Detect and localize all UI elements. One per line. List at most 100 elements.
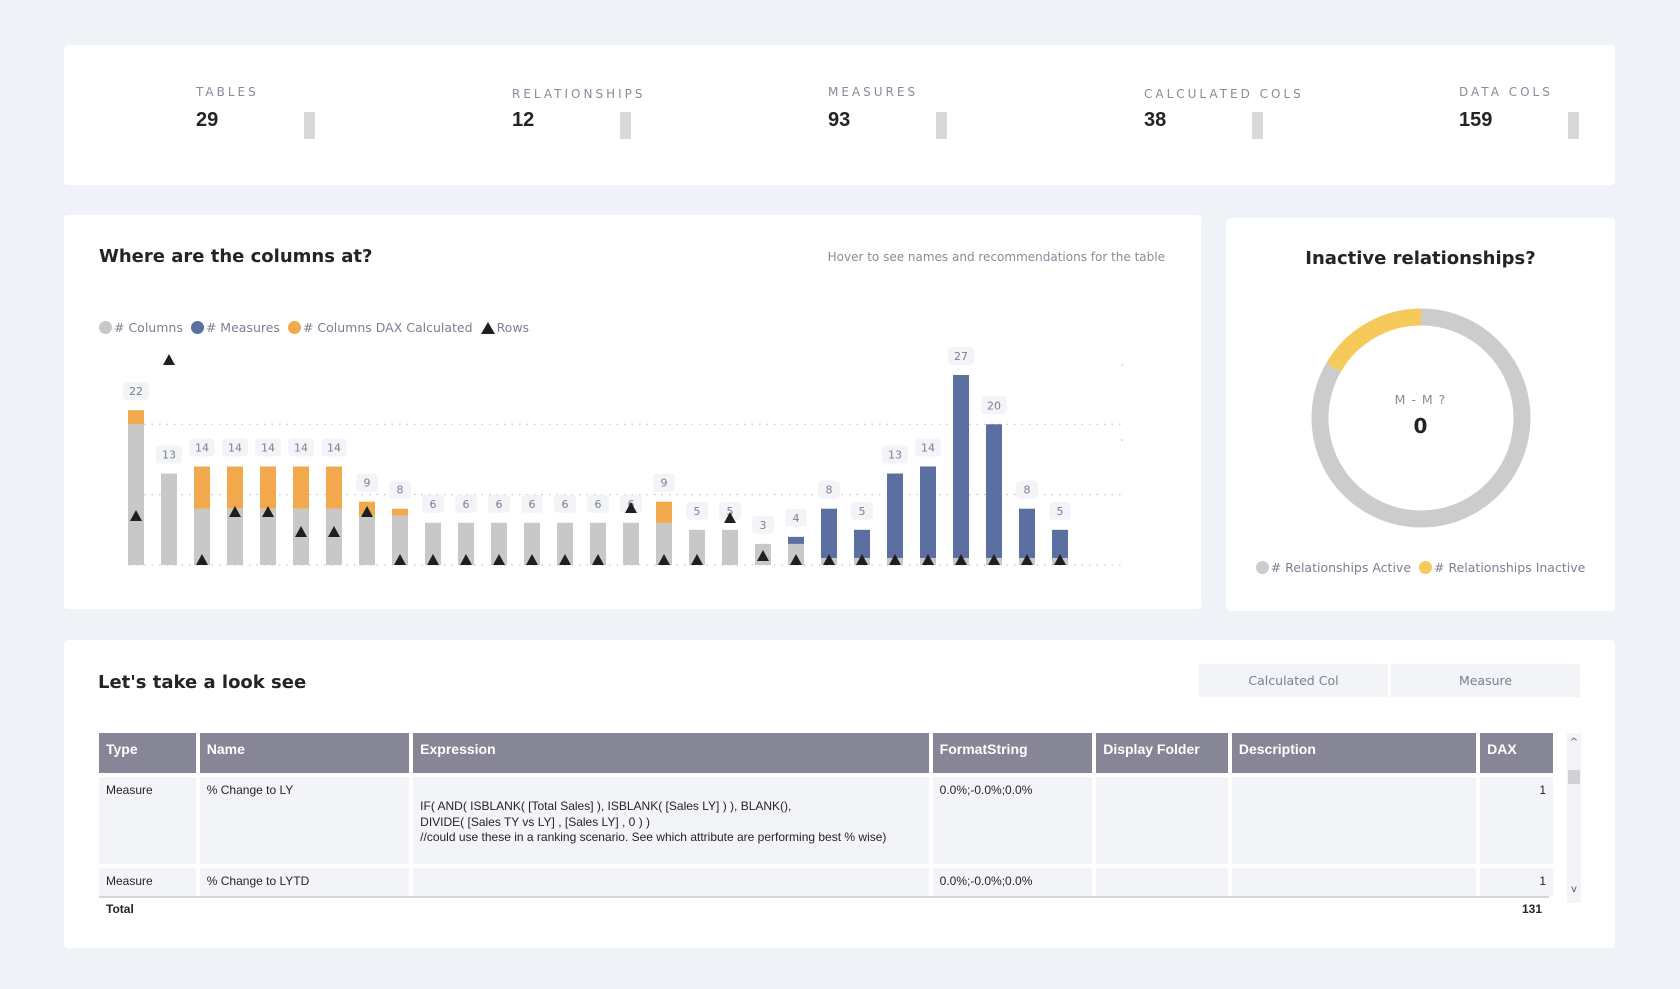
bar-columns[interactable]: [227, 508, 243, 565]
data-table: Type Name Expression FormatString Displa…: [99, 733, 1553, 920]
cell-type: Measure: [99, 868, 196, 896]
table-scrollbar[interactable]: ^ v: [1567, 733, 1581, 903]
columns-chart-card: Where are the columns at? Hover to see n…: [64, 215, 1201, 609]
column-header-formatstring[interactable]: FormatString: [932, 733, 1093, 773]
donut-title: Inactive relationships?: [1305, 248, 1536, 269]
bar-calculated[interactable]: [392, 508, 408, 516]
kpi-sparkbar: [1568, 112, 1579, 139]
kpi-value: 38: [1144, 109, 1167, 131]
column-header-dax[interactable]: DAX: [1480, 733, 1553, 773]
bar-measures[interactable]: [1019, 508, 1035, 558]
column-header-expression[interactable]: Expression: [413, 733, 929, 773]
column-header-type[interactable]: Type: [99, 733, 196, 773]
data-label: 22: [129, 385, 143, 398]
data-label: 20: [987, 399, 1001, 412]
bar-measures[interactable]: [920, 466, 936, 558]
legend-item-inactive[interactable]: # Relationships Inactive: [1419, 560, 1585, 575]
kpi-label: DATA COLS: [1459, 85, 1553, 99]
cell-formatstring: 0.0%;-0.0%;0.0%: [932, 777, 1093, 864]
table-total-row: Total 131: [99, 896, 1549, 920]
scroll-up-icon[interactable]: ^: [1567, 737, 1581, 748]
bar-columns[interactable]: [623, 522, 639, 565]
kpi-label: TABLES: [196, 85, 259, 99]
donut-legend: # Relationships Active # Relationships I…: [1226, 560, 1615, 575]
cell-description: [1231, 777, 1477, 864]
kpi-value: 29: [196, 109, 219, 131]
bar-columns[interactable]: [260, 508, 276, 565]
column-header-display-folder[interactable]: Display Folder: [1096, 733, 1228, 773]
bar-calculated[interactable]: [260, 466, 276, 509]
cell-name: % Change to LYTD: [199, 868, 410, 896]
table-row[interactable]: Measure % Change to LY IF( AND( ISBLANK(…: [99, 777, 1553, 864]
data-label: 14: [228, 441, 242, 454]
bar-calculated[interactable]: [326, 466, 342, 509]
legend-dot-icon: [1419, 561, 1433, 574]
kpi-card: TABLES 29 RELATIONSHIPS 12 MEASURES 93 C…: [64, 45, 1615, 185]
table-title: Let's take a look see: [98, 672, 307, 693]
bar-columns[interactable]: [359, 515, 375, 565]
donut-slice-inactive[interactable]: [1326, 308, 1422, 372]
kpi-value: 12: [512, 109, 535, 131]
column-header-name[interactable]: Name: [199, 733, 410, 773]
table-card: Let's take a look see Calculated Col Mea…: [64, 640, 1615, 948]
column-header-description[interactable]: Description: [1231, 733, 1477, 773]
kpi-sparkbar: [1252, 112, 1263, 139]
data-label: 8: [826, 484, 833, 497]
data-label: 5: [859, 505, 866, 518]
kpi-label: CALCULATED COLS: [1144, 87, 1304, 101]
kpi-data-cols: DATA COLS 159: [1459, 85, 1609, 132]
bar-columns[interactable]: [161, 473, 177, 565]
cell-dax: 1: [1480, 777, 1553, 864]
bar-calculated[interactable]: [194, 466, 210, 509]
cell-name: % Change to LY: [199, 777, 410, 864]
kpi-sparkbar: [304, 112, 315, 139]
scroll-down-icon[interactable]: v: [1567, 884, 1581, 895]
kpi-value: 159: [1459, 109, 1493, 131]
bar-calculated[interactable]: [227, 466, 243, 509]
cell-formatstring: 0.0%;-0.0%;0.0%: [932, 868, 1093, 896]
bar-measures[interactable]: [953, 375, 969, 558]
slicer-measure[interactable]: Measure: [1391, 664, 1580, 697]
bar-measures[interactable]: [788, 536, 804, 544]
data-label: 14: [327, 441, 341, 454]
data-label: 14: [195, 441, 209, 454]
data-label: 6: [463, 498, 470, 511]
data-label: 6: [529, 498, 536, 511]
data-label: 6: [595, 498, 602, 511]
bar-measures[interactable]: [821, 508, 837, 558]
kpi-value: 93: [828, 109, 851, 131]
bar-measures[interactable]: [854, 529, 870, 558]
data-label: 5: [1057, 505, 1064, 518]
legend-item-active[interactable]: # Relationships Active: [1255, 560, 1411, 575]
bar-calculated[interactable]: [293, 466, 309, 509]
stacked-bar-chart: 2213141414141498666666695534851314272085: [123, 347, 1124, 566]
cell-expression: [413, 868, 929, 896]
donut-center-value: 0: [1413, 414, 1428, 438]
kpi-relationships: RELATIONSHIPS 12: [512, 85, 662, 132]
cell-display-folder: [1096, 868, 1228, 896]
bar-measures[interactable]: [887, 473, 903, 558]
bar-columns[interactable]: [722, 529, 738, 565]
data-label: 6: [496, 498, 503, 511]
bar-columns[interactable]: [128, 424, 144, 565]
secondary-axis-tick: [1121, 364, 1123, 366]
kpi-tables: TABLES 29: [196, 85, 346, 132]
total-label: Total: [106, 902, 134, 916]
data-label: 4: [793, 512, 800, 525]
bar-calculated[interactable]: [656, 501, 672, 523]
table-header: Type Name Expression FormatString Displa…: [99, 733, 1553, 773]
data-label: 14: [261, 441, 275, 454]
kpi-label: MEASURES: [828, 85, 919, 99]
scroll-thumb[interactable]: [1568, 770, 1580, 784]
bar-measures[interactable]: [1052, 529, 1068, 558]
cell-display-folder: [1096, 777, 1228, 864]
cell-type: Measure: [99, 777, 196, 864]
slicer-calculated-col[interactable]: Calculated Col: [1199, 664, 1388, 697]
kpi-label: RELATIONSHIPS: [512, 87, 646, 101]
bar-measures[interactable]: [986, 424, 1002, 558]
legend-label: # Relationships Inactive: [1434, 560, 1586, 575]
bar-calculated[interactable]: [128, 410, 144, 425]
kpi-calculated-cols: CALCULATED COLS 38: [1144, 85, 1304, 132]
table-row[interactable]: Measure % Change to LYTD 0.0%;-0.0%;0.0%…: [99, 864, 1553, 896]
type-slicer: Calculated Col Measure: [1199, 664, 1580, 697]
